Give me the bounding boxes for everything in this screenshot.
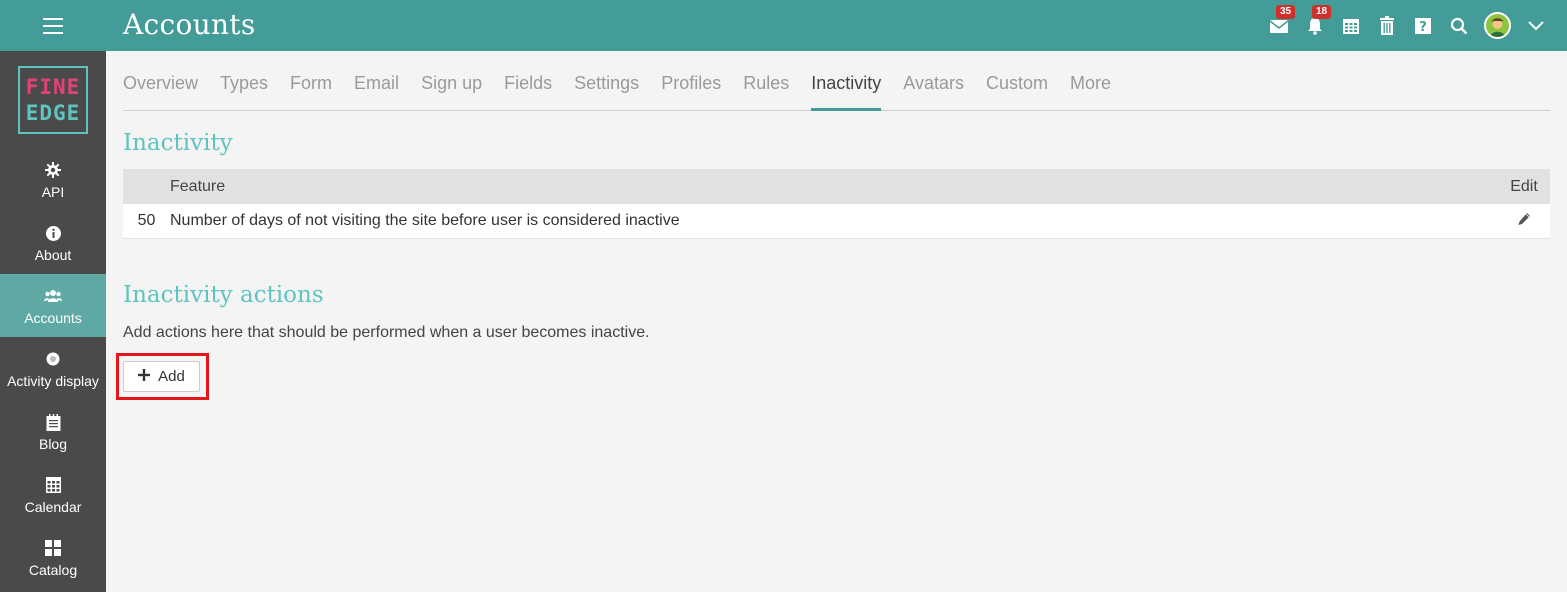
menu-toggle-button[interactable] (0, 0, 106, 51)
sidebar-item-label: Accounts (24, 310, 82, 326)
inactivity-table: Feature Edit 50 Number of days of not vi… (123, 169, 1550, 239)
calendar-icon[interactable] (1340, 15, 1362, 37)
grid-icon (45, 537, 61, 559)
account-tabs: Overview Types Form Email Sign up Fields… (123, 62, 1550, 111)
sidebar-item-label: Catalog (28, 562, 78, 578)
logo-line-2: EDGE (25, 101, 81, 125)
users-icon (44, 285, 62, 307)
days-value: 50 (137, 212, 156, 229)
header-actions: 35 18 ? (1268, 0, 1547, 51)
sidebar-item-blog[interactable]: Blog (0, 400, 106, 463)
tab-settings[interactable]: Settings (574, 62, 639, 111)
tab-rules[interactable]: Rules (743, 62, 789, 111)
tab-types[interactable]: Types (220, 62, 268, 111)
avatar[interactable] (1484, 12, 1511, 39)
column-feature: Feature (170, 177, 226, 195)
tab-fields[interactable]: Fields (504, 62, 552, 111)
tab-avatars[interactable]: Avatars (903, 62, 964, 111)
inactivity-actions-heading: Inactivity actions (123, 282, 324, 308)
bell-icon[interactable]: 18 (1304, 4, 1332, 37)
sidebar-item-activity-display[interactable]: Activity display (0, 337, 106, 400)
radio-icon (46, 348, 60, 370)
tab-overview[interactable]: Overview (123, 62, 198, 111)
mail-icon[interactable]: 35 (1268, 4, 1296, 37)
page-title: Accounts (123, 8, 256, 41)
tab-form[interactable]: Form (290, 62, 332, 111)
trash-icon[interactable] (1376, 15, 1398, 37)
svg-text:?: ? (1419, 20, 1427, 35)
tab-custom[interactable]: Custom (986, 62, 1048, 111)
hamburger-icon (43, 17, 63, 34)
tab-inactivity[interactable]: Inactivity (811, 62, 882, 111)
sidebar-item-calendar[interactable]: Calendar (0, 463, 106, 526)
search-icon[interactable] (1448, 15, 1470, 37)
sidebar-item-label: API (41, 184, 65, 200)
tab-profiles[interactable]: Profiles (661, 62, 721, 111)
sidebar-item-accounts[interactable]: Accounts (0, 274, 106, 337)
gear-icon (45, 159, 61, 181)
sidebar-item-catalog[interactable]: Catalog (0, 526, 106, 589)
column-edit: Edit (1510, 177, 1538, 195)
tab-sign-up[interactable]: Sign up (421, 62, 482, 111)
add-button-label: Add (158, 368, 185, 385)
sidebar: FINE EDGE API About Accounts Activity di… (0, 51, 106, 592)
notification-count-badge: 18 (1312, 4, 1332, 19)
top-bar: Accounts 35 18 ? (0, 0, 1567, 51)
actions-description: Add actions here that should be performe… (123, 324, 650, 341)
sidebar-item-label: Calendar (24, 499, 82, 515)
plus-icon (138, 368, 151, 385)
sidebar-item-api[interactable]: API (0, 148, 106, 211)
blog-icon (46, 411, 61, 433)
mail-count-badge: 35 (1276, 4, 1296, 19)
table-header: Feature Edit (123, 169, 1550, 204)
sidebar-item-label: Activity display (7, 373, 99, 389)
help-icon[interactable]: ? (1412, 15, 1434, 37)
tab-email[interactable]: Email (354, 62, 399, 111)
info-icon (45, 222, 61, 244)
calendar-icon (45, 474, 61, 496)
chevron-down-icon[interactable] (1525, 15, 1547, 37)
sidebar-item-label: Blog (38, 436, 68, 452)
pencil-icon (1517, 212, 1531, 230)
tab-more[interactable]: More (1070, 62, 1111, 111)
feature-description: Number of days of not visiting the site … (170, 212, 680, 229)
inactivity-heading: Inactivity (123, 130, 233, 156)
add-action-button[interactable]: Add (123, 361, 200, 392)
logo-line-1: FINE (25, 75, 81, 99)
edit-button[interactable] (1498, 212, 1550, 231)
sidebar-item-label: About (34, 247, 72, 263)
table-row: 50 Number of days of not visiting the si… (123, 204, 1550, 239)
fine-edge-logo[interactable]: FINE EDGE (18, 66, 88, 134)
sidebar-item-about[interactable]: About (0, 211, 106, 274)
